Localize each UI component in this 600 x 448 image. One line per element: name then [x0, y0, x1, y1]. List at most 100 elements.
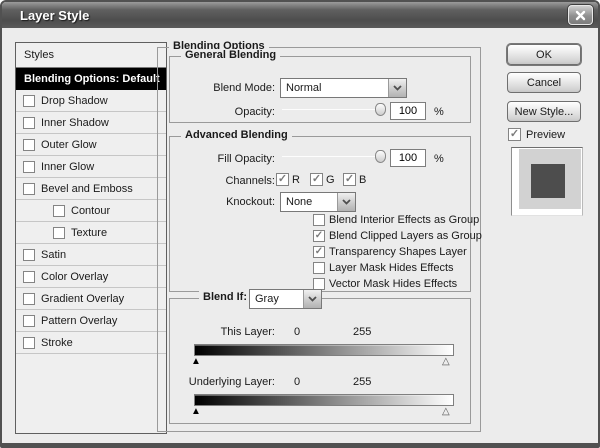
- cancel-button[interactable]: Cancel: [507, 72, 581, 93]
- this-layer-gradient-bar: [194, 344, 454, 356]
- fill-opacity-label: Fill Opacity:: [170, 153, 275, 165]
- outer-glow-checkbox[interactable]: [23, 139, 35, 151]
- opacity-input[interactable]: [390, 102, 426, 120]
- option-label: Transparency Shapes Layer: [329, 246, 467, 258]
- blend-mode-dropdown[interactable]: Normal: [280, 78, 407, 98]
- opacity-slider-track[interactable]: [282, 109, 382, 110]
- option-layer-mask-hides[interactable]: Layer Mask Hides Effects: [313, 261, 454, 275]
- sidebar-item-drop-shadow[interactable]: Drop Shadow: [16, 90, 166, 112]
- preview-layer-square: [531, 164, 565, 198]
- sidebar-item-contour[interactable]: Contour: [16, 200, 166, 222]
- contour-checkbox[interactable]: [53, 205, 65, 217]
- underlying-layer-max-marker[interactable]: △: [442, 407, 450, 417]
- channel-r-checkbox[interactable]: ✓: [276, 173, 289, 186]
- fill-opacity-slider-track[interactable]: [282, 156, 382, 157]
- close-icon: [575, 10, 586, 21]
- inner-glow-checkbox[interactable]: [23, 161, 35, 173]
- color-overlay-checkbox[interactable]: [23, 271, 35, 283]
- preview-toggle[interactable]: ✓ Preview: [508, 128, 565, 141]
- sidebar-item-pattern-overlay[interactable]: Pattern Overlay: [16, 310, 166, 332]
- blend-interior-checkbox[interactable]: [313, 214, 325, 226]
- sidebar-item-gradient-overlay[interactable]: Gradient Overlay: [16, 288, 166, 310]
- styles-panel: Styles Blending Options: Default Drop Sh…: [15, 42, 167, 434]
- this-layer-min-marker[interactable]: ▲: [191, 357, 201, 367]
- sidebar-item-inner-glow[interactable]: Inner Glow: [16, 156, 166, 178]
- option-blend-interior[interactable]: Blend Interior Effects as Group: [313, 213, 479, 227]
- fill-opacity-input[interactable]: [390, 149, 426, 167]
- option-label: Blend Clipped Layers as Group: [329, 230, 482, 242]
- sidebar-item-label: Stroke: [41, 337, 73, 349]
- fill-opacity-unit: %: [434, 153, 444, 165]
- chevron-down-icon[interactable]: [303, 290, 321, 308]
- channel-g-checkbox[interactable]: ✓: [310, 173, 323, 186]
- channel-b-checkbox[interactable]: ✓: [343, 173, 356, 186]
- ok-button[interactable]: OK: [507, 44, 581, 65]
- fill-opacity-slider[interactable]: [282, 150, 382, 164]
- sidebar-item-inner-shadow[interactable]: Inner Shadow: [16, 112, 166, 134]
- channel-b-label: B: [359, 174, 366, 186]
- knockout-dropdown[interactable]: None: [280, 192, 356, 212]
- blend-clipped-checkbox[interactable]: ✓: [313, 230, 325, 242]
- opacity-slider[interactable]: [282, 103, 382, 117]
- title-bar[interactable]: Layer Style: [2, 2, 598, 28]
- sidebar-item-label: Inner Shadow: [41, 117, 109, 129]
- styles-panel-header: Styles: [16, 43, 166, 68]
- bevel-emboss-checkbox[interactable]: [23, 183, 35, 195]
- channel-r[interactable]: ✓ R: [276, 173, 300, 186]
- style-preview-swatch: [511, 147, 583, 216]
- channel-g[interactable]: ✓ G: [310, 173, 335, 186]
- underlying-layer-min-marker[interactable]: ▲: [191, 407, 201, 417]
- option-label: Blend Interior Effects as Group: [329, 214, 479, 226]
- option-transparency-shapes[interactable]: ✓ Transparency Shapes Layer: [313, 245, 467, 259]
- satin-checkbox[interactable]: [23, 249, 35, 261]
- preview-checkbox[interactable]: ✓: [508, 128, 521, 141]
- close-button[interactable]: [568, 5, 593, 25]
- general-blending-title: General Blending: [181, 49, 280, 61]
- layer-mask-hides-checkbox[interactable]: [313, 262, 325, 274]
- sidebar-item-outer-glow[interactable]: Outer Glow: [16, 134, 166, 156]
- chevron-down-icon[interactable]: [337, 193, 355, 211]
- drop-shadow-checkbox[interactable]: [23, 95, 35, 107]
- this-layer-max-marker[interactable]: △: [442, 357, 450, 367]
- sidebar-item-label: Gradient Overlay: [41, 293, 124, 305]
- channel-b[interactable]: ✓ B: [343, 173, 366, 186]
- channels-label: Channels:: [170, 175, 275, 187]
- gradient-overlay-checkbox[interactable]: [23, 293, 35, 305]
- underlying-layer-gradient-bar: [194, 394, 454, 406]
- sidebar-item-label: Outer Glow: [41, 139, 97, 151]
- sidebar-item-bevel-and-emboss[interactable]: Bevel and Emboss: [16, 178, 166, 200]
- option-blend-clipped[interactable]: ✓ Blend Clipped Layers as Group: [313, 229, 482, 243]
- stroke-checkbox[interactable]: [23, 337, 35, 349]
- blend-if-dropdown[interactable]: Gray: [249, 289, 322, 309]
- blend-if-value: Gray: [250, 290, 303, 308]
- sidebar-item-color-overlay[interactable]: Color Overlay: [16, 266, 166, 288]
- sidebar-item-label: Texture: [71, 227, 107, 239]
- inner-shadow-checkbox[interactable]: [23, 117, 35, 129]
- opacity-slider-thumb[interactable]: [375, 103, 386, 116]
- transparency-shapes-checkbox[interactable]: ✓: [313, 246, 325, 258]
- preview-label: Preview: [526, 129, 565, 141]
- sidebar-item-label: Inner Glow: [41, 161, 94, 173]
- sidebar-item-texture[interactable]: Texture: [16, 222, 166, 244]
- blend-mode-label: Blend Mode:: [170, 82, 275, 94]
- option-label: Vector Mask Hides Effects: [329, 278, 457, 290]
- sidebar-item-stroke[interactable]: Stroke: [16, 332, 166, 354]
- blend-if-label: Blend If:: [199, 291, 251, 303]
- option-vector-mask-hides[interactable]: Vector Mask Hides Effects: [313, 277, 457, 291]
- underlying-layer-max: 255: [353, 376, 371, 388]
- underlying-layer-label: Underlying Layer:: [170, 376, 275, 388]
- pattern-overlay-checkbox[interactable]: [23, 315, 35, 327]
- new-style-button[interactable]: New Style...: [507, 101, 581, 122]
- channel-r-label: R: [292, 174, 300, 186]
- sidebar-item-satin[interactable]: Satin: [16, 244, 166, 266]
- advanced-blending-title: Advanced Blending: [181, 129, 292, 141]
- underlying-layer-min: 0: [294, 376, 300, 388]
- sidebar-item-blending-options[interactable]: Blending Options: Default: [16, 68, 166, 90]
- window-title: Layer Style: [20, 8, 568, 23]
- sidebar-item-label: Drop Shadow: [41, 95, 108, 107]
- fill-opacity-slider-thumb[interactable]: [375, 150, 386, 163]
- chevron-down-icon[interactable]: [388, 79, 406, 97]
- sidebar-item-label: Bevel and Emboss: [41, 183, 133, 195]
- texture-checkbox[interactable]: [53, 227, 65, 239]
- opacity-label: Opacity:: [170, 106, 275, 118]
